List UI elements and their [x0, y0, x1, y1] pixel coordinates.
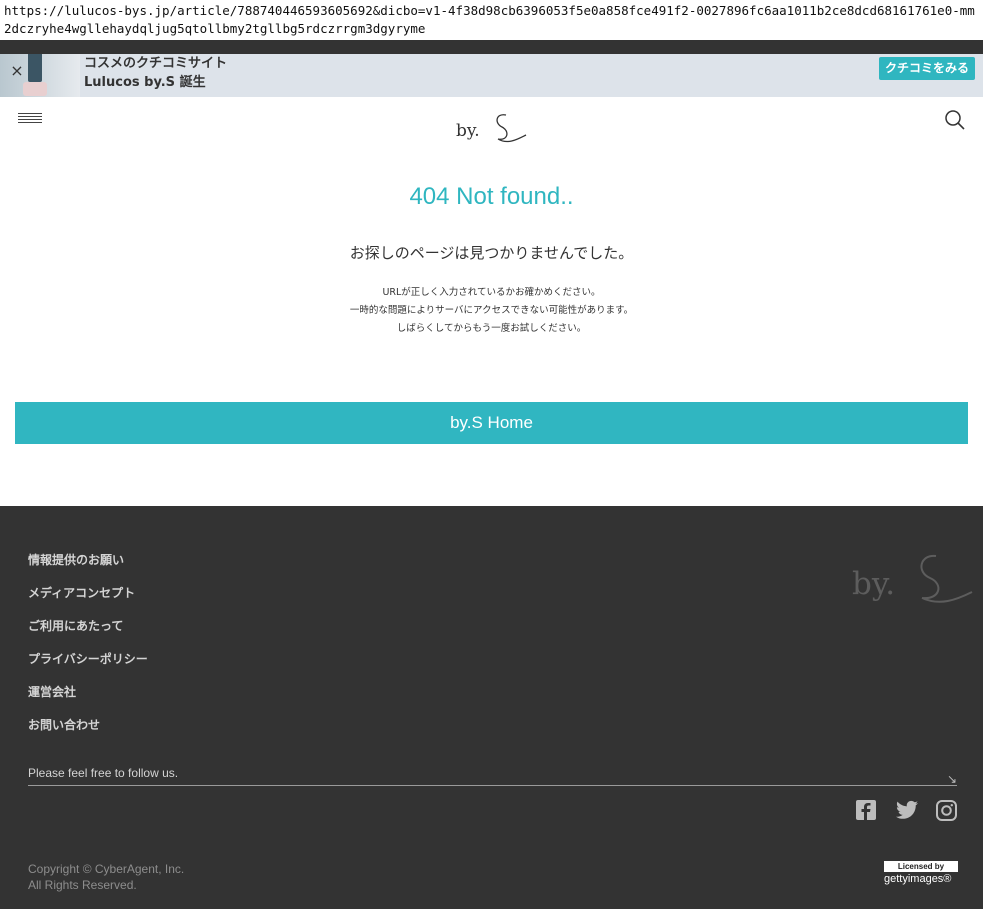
description-line: 一時的な問題によりサーバにアクセスできない可能性があります。 — [349, 305, 634, 316]
rights-line: All Rights Reserved. — [28, 878, 137, 892]
facebook-icon[interactable] — [856, 800, 876, 824]
footer-link-company[interactable]: 運営会社 — [28, 684, 148, 717]
home-button[interactable]: by.S Home — [15, 402, 968, 444]
twitter-icon[interactable] — [896, 800, 918, 824]
footer-link-contact[interactable]: お問い合わせ — [28, 717, 148, 750]
footer-link-info-request[interactable]: 情報提供のお願い — [28, 552, 148, 585]
promo-text: コスメのクチコミサイト Lulucos by.S 誕生 — [84, 54, 227, 92]
footer-logo: by. — [852, 552, 974, 610]
svg-text:by.: by. — [852, 566, 895, 602]
copyright: Copyright © CyberAgent, Inc. All Rights … — [28, 861, 184, 893]
site-logo[interactable]: by. — [456, 109, 528, 149]
promo-line1: コスメのクチコミサイト — [84, 56, 228, 71]
promo-banner[interactable]: × コスメのクチコミサイト Lulucos by.S 誕生 クチコミをみる — [0, 54, 983, 97]
footer-link-privacy[interactable]: プライバシーポリシー — [28, 651, 148, 684]
promo-line2: Lulucos by.S 誕生 — [84, 75, 206, 90]
footer-link-media-concept[interactable]: メディアコンセプト — [28, 585, 148, 618]
instagram-icon[interactable] — [936, 800, 957, 825]
getty-images-badge: Licensed by gettyimages® — [884, 861, 958, 885]
close-icon[interactable]: × — [9, 63, 25, 79]
description-line: URLが正しく入力されているかお確かめください。 — [382, 287, 601, 298]
getty-logo: gettyimages® — [884, 873, 952, 885]
footer-links: 情報提供のお願い メディアコンセプト ご利用にあたって プライバシーポリシー 運… — [28, 552, 148, 750]
description-line: しばらくしてからもう一度お試しください。 — [396, 323, 587, 334]
search-icon[interactable] — [944, 109, 966, 135]
copyright-line: Copyright © CyberAgent, Inc. — [28, 862, 185, 876]
svg-text:by.: by. — [456, 121, 480, 141]
arrow-icon: ↘ — [946, 772, 957, 786]
getty-licensed-label: Licensed by — [884, 861, 958, 872]
page-title: 404 Not found.. — [409, 183, 574, 210]
promo-cta-button[interactable]: クチコミをみる — [878, 57, 975, 80]
footer-link-terms[interactable]: ご利用にあたって — [28, 618, 148, 651]
not-found-description: URLが正しく入力されているかお確かめください。 一時的な問題によりサーバにアク… — [0, 284, 983, 338]
follow-us-bar[interactable]: Please feel free to follow us. ↘ — [28, 766, 957, 786]
follow-label: Please feel free to follow us. — [28, 766, 179, 780]
site-footer: 情報提供のお願い メディアコンセプト ご利用にあたって プライバシーポリシー 運… — [0, 506, 983, 909]
top-strip — [0, 40, 983, 54]
address-bar[interactable]: https://lulucos-bys.jp/article/788740446… — [0, 0, 983, 40]
menu-icon[interactable] — [18, 113, 42, 125]
not-found-message: お探しのページは見つかりませんでした。 — [349, 244, 634, 262]
site-header: by. — [0, 97, 983, 157]
